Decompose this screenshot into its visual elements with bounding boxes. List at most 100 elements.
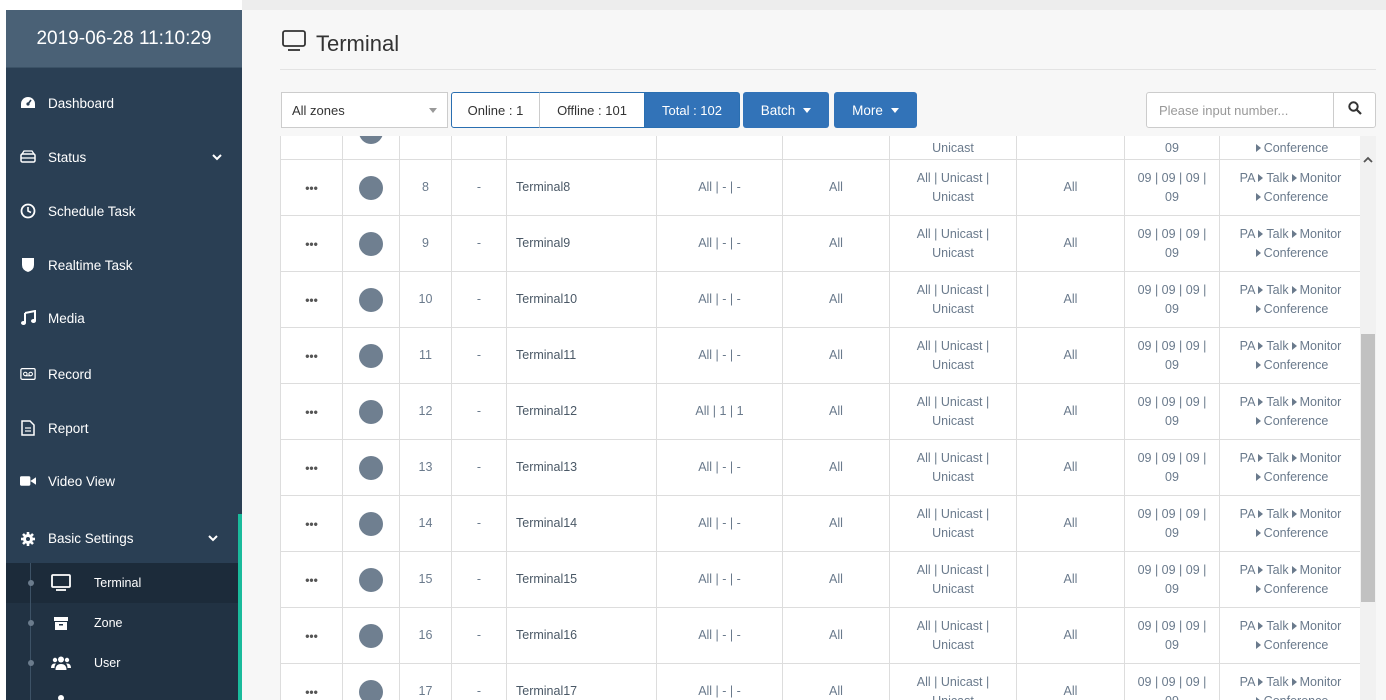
terminal-ip: - xyxy=(476,292,482,307)
cast-mode-line1: All | Unicast | xyxy=(916,450,990,465)
submenu-item-label: User xyxy=(94,656,121,670)
more-button[interactable]: More xyxy=(834,92,917,128)
arrow-right-icon xyxy=(1258,677,1264,686)
cast-mode-text: Unicast xyxy=(932,140,974,155)
table-cell: Terminal8 xyxy=(507,160,657,216)
more-dots-icon[interactable]: ••• xyxy=(305,179,318,198)
offline-count-button[interactable]: Offline : 101 xyxy=(539,92,645,128)
arrow-right-icon xyxy=(1291,397,1297,406)
terminal-number: 13 xyxy=(418,460,433,475)
table-row[interactable]: ••• 17 - Terminal17 All | - | - All All | Unic… xyxy=(281,664,1360,700)
submenu-item-partial[interactable] xyxy=(6,683,238,700)
table-row[interactable]: Unicast 09 Conference xyxy=(281,136,1360,160)
more-dots-icon[interactable]: ••• xyxy=(305,571,318,590)
sidebar-item-schedule-task[interactable]: Schedule Task xyxy=(6,190,242,232)
sidebar-item-label: Schedule Task xyxy=(48,203,136,219)
table-cell: 11 xyxy=(400,328,452,384)
scrollbar-thumb[interactable] xyxy=(1361,334,1375,602)
function-pa: PA xyxy=(1239,170,1256,185)
priority-info: All xyxy=(1063,404,1078,419)
sidebar-item-record[interactable]: Record xyxy=(6,353,242,395)
function-conference: Conference xyxy=(1263,302,1329,316)
table-cell: Unicast xyxy=(890,136,1017,160)
terminal-name: Terminal11 xyxy=(516,348,577,363)
page-title: Terminal xyxy=(316,30,400,56)
function-talk: Talk xyxy=(1266,282,1289,297)
status-dot xyxy=(359,680,383,700)
arrow-right-icon xyxy=(1291,285,1297,294)
row-menu-button[interactable]: ••• xyxy=(281,216,343,272)
row-menu-button[interactable]: ••• xyxy=(281,328,343,384)
table-row[interactable]: ••• 12 - Terminal12 All | 1 | 1 All All | Unic… xyxy=(281,384,1360,440)
row-menu-button[interactable]: ••• xyxy=(281,552,343,608)
table-cell: PA Talk Monitor Conference xyxy=(1220,440,1360,496)
table-row[interactable]: ••• 16 - Terminal16 All | - | - All All | Unic… xyxy=(281,608,1360,664)
monitor-icon xyxy=(282,30,306,57)
function-line2: Conference xyxy=(1240,188,1342,207)
more-dots-icon[interactable]: ••• xyxy=(305,291,318,310)
submenu-item-user[interactable]: User xyxy=(6,643,238,683)
submenu-item-zone[interactable]: Zone xyxy=(6,603,238,643)
submenu-line xyxy=(30,683,31,700)
table-cell: All | - | - xyxy=(657,160,783,216)
function-pa: PA xyxy=(1239,506,1256,521)
table-cell: Terminal9 xyxy=(507,216,657,272)
table-cell: All xyxy=(783,440,890,496)
more-dots-icon[interactable]: ••• xyxy=(305,235,318,254)
row-menu-button[interactable]: ••• xyxy=(281,160,343,216)
cast-mode-line1: All | Unicast | xyxy=(916,618,990,633)
table-cell: All xyxy=(783,664,890,700)
table-row[interactable]: ••• 14 - Terminal14 All | - | - All All | Unic… xyxy=(281,496,1360,552)
archive-icon xyxy=(51,613,71,633)
sidebar-item-media[interactable]: Media xyxy=(6,297,242,339)
more-dots-icon[interactable]: ••• xyxy=(305,627,318,646)
table-row[interactable]: ••• 15 - Terminal15 All | - | - All All | Unic… xyxy=(281,552,1360,608)
function-line1: PA Talk Monitor xyxy=(1240,505,1342,524)
sidebar-item-status[interactable]: Status xyxy=(6,136,242,178)
sidebar-item-dashboard[interactable]: Dashboard xyxy=(6,82,242,124)
table-cell: 09 | 09 | 09 | 09 xyxy=(1125,384,1220,440)
more-dots-icon[interactable]: ••• xyxy=(305,515,318,534)
arrow-right-icon xyxy=(1255,585,1261,593)
submenu-item-terminal[interactable]: Terminal xyxy=(6,563,238,603)
row-menu-button[interactable]: ••• xyxy=(281,496,343,552)
zone-select[interactable]: All zones xyxy=(281,92,448,128)
row-menu-button[interactable]: ••• xyxy=(281,440,343,496)
table-cell: All | Unicast | Unicast xyxy=(890,160,1017,216)
sidebar-item-label: Dashboard xyxy=(48,95,115,111)
online-count-button[interactable]: Online : 1 xyxy=(451,92,540,128)
status-dot xyxy=(359,400,383,424)
search-button[interactable] xyxy=(1333,92,1376,128)
search-input[interactable] xyxy=(1146,92,1334,128)
table-cell xyxy=(343,440,400,496)
vertical-scrollbar[interactable] xyxy=(1360,136,1376,700)
table-cell: All xyxy=(1017,664,1125,700)
more-dots-icon[interactable]: ••• xyxy=(305,347,318,366)
row-menu-button[interactable]: ••• xyxy=(281,664,343,700)
table-row[interactable]: ••• 9 - Terminal9 All | - | - All All | Unicas… xyxy=(281,216,1360,272)
table-row[interactable]: ••• 8 - Terminal8 All | - | - All All | Unicas… xyxy=(281,160,1360,216)
sidebar-item-realtime-task[interactable]: Realtime Task xyxy=(6,244,242,286)
sidebar-item-video-view[interactable]: Video View xyxy=(6,460,242,502)
function-pa: PA xyxy=(1239,450,1256,465)
batch-button[interactable]: Batch xyxy=(743,92,829,128)
chevron-up-icon[interactable] xyxy=(1363,151,1373,163)
terminal-ip: - xyxy=(476,180,482,195)
terminal-ip: - xyxy=(476,348,482,363)
cast-mode-line1: All | Unicast | xyxy=(916,674,990,689)
sidebar-item-report[interactable]: Report xyxy=(6,407,242,449)
sidebar-item-basic-settings[interactable]: Basic Settings xyxy=(6,514,242,563)
more-dots-icon[interactable]: ••• xyxy=(305,683,318,700)
table-row[interactable]: ••• 13 - Terminal13 All | - | - All All | Unic… xyxy=(281,440,1360,496)
row-menu-button[interactable]: ••• xyxy=(281,272,343,328)
table-row[interactable]: ••• 11 - Terminal11 All | - | - All All | Unic… xyxy=(281,328,1360,384)
arrow-right-icon xyxy=(1291,677,1297,686)
volume-line1: 09 | 09 | 09 | xyxy=(1137,338,1207,353)
more-dots-icon[interactable]: ••• xyxy=(305,403,318,422)
row-menu-button[interactable]: ••• xyxy=(281,608,343,664)
row-menu-button[interactable]: ••• xyxy=(281,384,343,440)
table-row[interactable]: ••• 10 - Terminal10 All | - | - All All | Unic… xyxy=(281,272,1360,328)
function-line2: Conference xyxy=(1240,468,1342,487)
more-dots-icon[interactable]: ••• xyxy=(305,459,318,478)
total-count-button[interactable]: Total : 102 xyxy=(644,92,740,128)
